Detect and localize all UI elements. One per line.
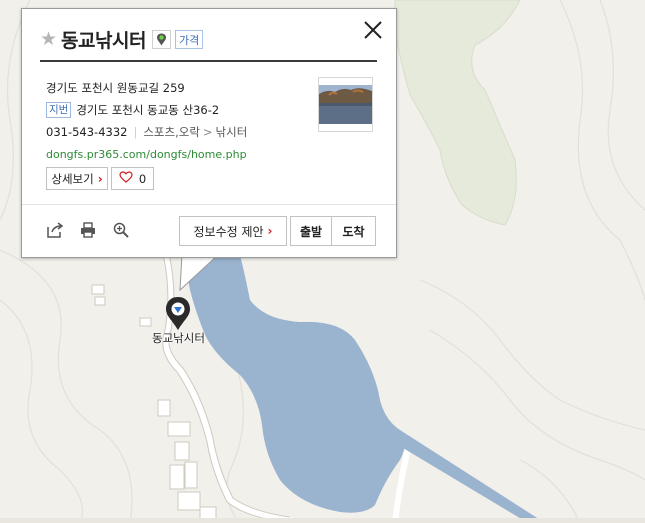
road-address: 경기도 포천시 원동교길 259 (46, 81, 185, 95)
zoom-icon[interactable] (112, 221, 130, 239)
phone-number: 031-543-4332 (46, 125, 128, 139)
jibeon-badge: 지번 (46, 102, 72, 118)
place-photo[interactable] (318, 77, 373, 132)
chevron-right-icon: › (97, 171, 103, 186)
place-title[interactable]: 동교낚시터 (61, 26, 146, 53)
chevron-right-icon: > (202, 125, 213, 139)
detail-button-label: 상세보기 (51, 171, 94, 186)
close-icon[interactable] (362, 19, 384, 41)
place-info-popup: ★ 동교낚시터 가격 경기도 포천시 원동교길 259 지번 경기도 포천시 동… (21, 8, 397, 258)
suggest-edit-button[interactable]: 정보수정 제안 › (179, 216, 287, 246)
price-badge[interactable]: 가격 (174, 30, 204, 49)
title-row: ★ 동교낚시터 가격 (40, 26, 204, 53)
arrive-button[interactable]: 도착 (331, 216, 376, 246)
star-icon[interactable]: ★ (40, 30, 57, 49)
depart-label: 출발 (299, 224, 323, 239)
arrive-label: 도착 (342, 224, 365, 239)
suggest-edit-label: 정보수정 제안 (193, 224, 264, 239)
homepage-row: dongfs.pr365.com/dongfs/home.php (46, 143, 247, 165)
title-divider (40, 60, 377, 62)
chevron-right-icon: › (267, 224, 273, 238)
separator: | (133, 125, 138, 139)
category[interactable]: 스포츠,오락 (143, 124, 200, 140)
like-count: 0 (138, 171, 147, 186)
phone-category-row: 031-543-4332 | 스포츠,오락 > 낚시터 (46, 121, 247, 143)
homepage-link[interactable]: dongfs.pr365.com/dongfs/home.php (46, 148, 247, 161)
subcategory[interactable]: 낚시터 (216, 124, 248, 140)
depart-button[interactable]: 출발 (290, 216, 332, 246)
share-icon[interactable] (46, 221, 64, 239)
print-icon[interactable] (79, 221, 97, 239)
detail-button[interactable]: 상세보기 › (46, 167, 108, 190)
heart-icon (119, 171, 133, 186)
place-info: 경기도 포천시 원동교길 259 지번 경기도 포천시 동교동 산36-2 03… (46, 77, 247, 165)
jibeon-address-row: 지번 경기도 포천시 동교동 산36-2 (46, 99, 247, 121)
like-button[interactable]: 0 (111, 167, 154, 190)
map-marker-label[interactable]: 동교낚시터 (152, 330, 205, 346)
map-pin-badge-icon[interactable] (151, 30, 171, 49)
divider (22, 204, 396, 205)
jibeon-address: 경기도 포천시 동교동 산36-2 (76, 103, 220, 117)
